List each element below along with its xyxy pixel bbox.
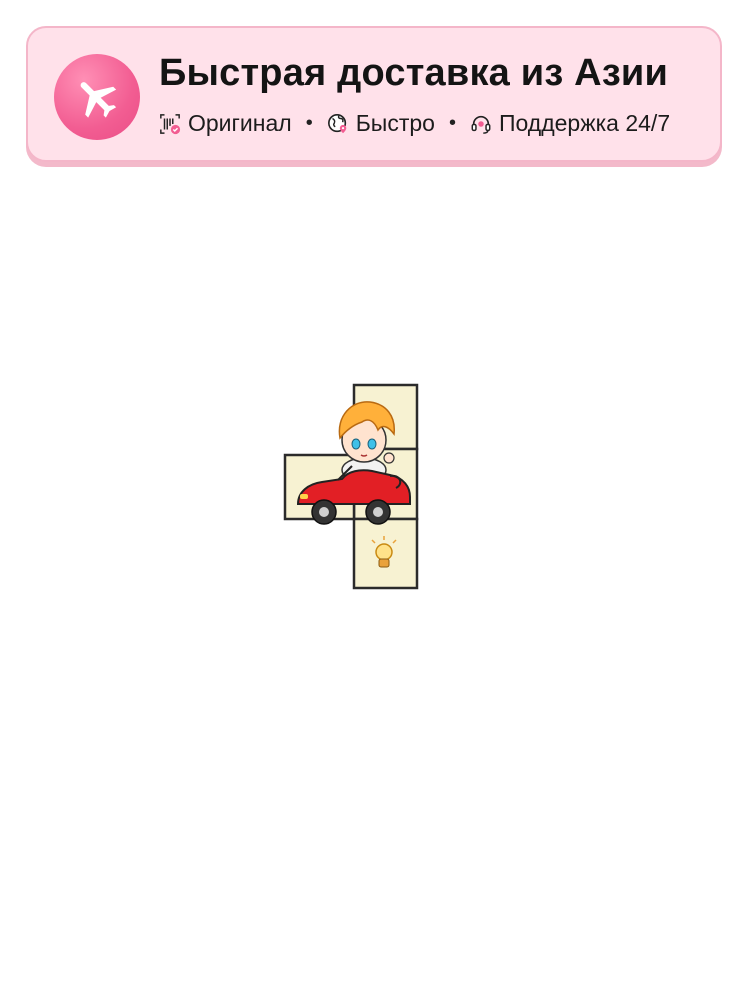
feature-support: Поддержка 24/7: [470, 110, 670, 137]
feature-support-label: Поддержка 24/7: [498, 110, 671, 136]
airplane-logo: [54, 54, 140, 140]
barcode-check-icon: [160, 113, 181, 134]
delivery-banner: Быстрая доставка из Азии Оригинал • Быст…: [26, 26, 722, 162]
airplane-icon: [80, 82, 117, 118]
feature-fast-label: Быстро: [355, 110, 435, 136]
banner-title: Быстрая доставка из Азии: [159, 52, 669, 94]
car-character-pin-icon: [283, 383, 419, 590]
feature-original: Оригинал: [159, 110, 292, 137]
headset-icon: [471, 115, 491, 134]
separator-dot: •: [448, 112, 456, 134]
feature-fast: Быстро: [327, 110, 435, 137]
globe-icon: [327, 113, 346, 133]
features-row: Оригинал • Быстро • Поддержка 24/7: [159, 110, 670, 137]
separator-dot: •: [305, 112, 313, 134]
feature-original-label: Оригинал: [188, 110, 292, 136]
